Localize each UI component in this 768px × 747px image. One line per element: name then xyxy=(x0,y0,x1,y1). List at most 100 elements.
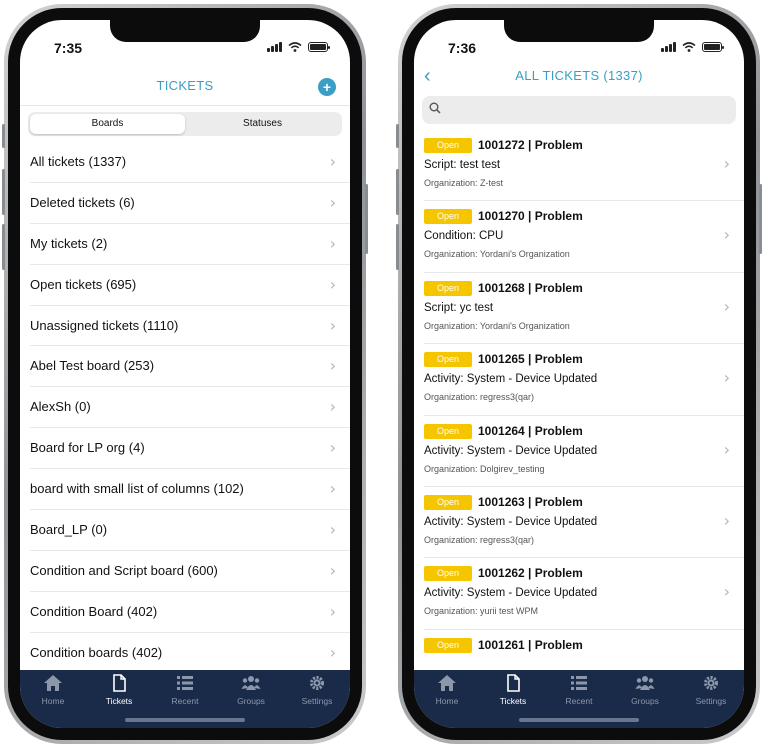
ticket-subject: Condition: CPU xyxy=(424,230,504,243)
signal-icon xyxy=(661,42,676,52)
status-time: 7:36 xyxy=(448,40,477,56)
tab-recent[interactable]: Recent xyxy=(152,674,218,706)
board-label: Board for LP org (4) xyxy=(30,440,145,456)
status-badge: Open xyxy=(424,637,472,653)
groups-icon xyxy=(241,676,261,690)
segment-statuses[interactable]: Statuses xyxy=(185,114,340,134)
board-row[interactable]: board with small list of columns (102) › xyxy=(30,469,350,511)
ticket-id: 1001261 | Problem xyxy=(478,637,583,652)
board-label: Unassigned tickets (1110) xyxy=(30,317,179,333)
tab-label: Recent xyxy=(565,696,593,706)
ticket-row[interactable]: Open 1001263 | Problem Activity: System … xyxy=(424,487,744,559)
chevron-right-icon: › xyxy=(329,438,336,458)
home-indicator xyxy=(125,718,245,722)
ticket-id: 1001263 | Problem xyxy=(478,494,583,509)
status-time: 7:35 xyxy=(54,40,83,56)
tab-tickets[interactable]: Tickets xyxy=(480,674,546,706)
ticket-row[interactable]: Open 1001272 | Problem Script: test test… xyxy=(424,130,744,202)
ticket-subject: Script: yc test xyxy=(424,301,494,314)
board-row[interactable]: AlexSh (0) › xyxy=(30,387,350,429)
board-row[interactable]: Condition and Script board (600) › xyxy=(30,551,350,592)
status-icons xyxy=(267,42,330,52)
board-row[interactable]: Condition Board (402) › xyxy=(30,592,350,633)
tab-label: Settings xyxy=(301,696,333,706)
ticket-id: 1001265 | Problem xyxy=(478,352,583,367)
board-row[interactable]: Deleted tickets (6) › xyxy=(30,183,350,224)
ticket-organization: Organization: Dolgirev_testing xyxy=(424,463,545,474)
chevron-right-icon: › xyxy=(329,274,336,294)
tab-groups[interactable]: Groups xyxy=(218,674,284,706)
board-label: board with small list of columns (102) xyxy=(30,481,244,497)
tab-label: Recent xyxy=(171,696,199,706)
board-row[interactable]: Abel Test board (253) › xyxy=(30,346,350,388)
segment-boards[interactable]: Boards xyxy=(30,114,185,134)
chevron-right-icon: › xyxy=(329,315,336,335)
tab-home[interactable]: Home xyxy=(20,674,86,706)
ticket-row[interactable]: Open 1001262 | Problem Activity: System … xyxy=(424,558,744,630)
status-badge: Open xyxy=(424,209,472,225)
board-row[interactable]: My tickets (2) › xyxy=(30,224,350,265)
board-label: Open tickets (695) xyxy=(30,276,137,292)
board-list: All tickets (1337) › Deleted tickets (6) ›… xyxy=(20,142,350,674)
board-row[interactable]: Condition boards (402) › xyxy=(30,633,350,674)
wifi-icon xyxy=(682,42,696,52)
tickets-icon xyxy=(507,674,520,692)
board-label: Abel Test board (253) xyxy=(30,358,155,374)
ticket-organization: Organization: regress3(qar) xyxy=(424,534,535,545)
status-badge: Open xyxy=(424,494,472,510)
chevron-right-icon: › xyxy=(329,642,336,662)
ticket-row[interactable]: Open 1001270 | Problem Condition: CPU Or… xyxy=(424,201,744,273)
ticket-subject: Script: test test xyxy=(424,159,501,171)
home-icon xyxy=(438,675,456,691)
search-bar[interactable] xyxy=(422,96,736,124)
tab-groups[interactable]: Groups xyxy=(612,674,678,706)
home-icon xyxy=(44,675,62,691)
chevron-right-icon: › xyxy=(723,510,730,530)
notch xyxy=(504,20,654,42)
tab-tickets[interactable]: Tickets xyxy=(86,674,152,706)
chevron-right-icon: › xyxy=(723,439,730,459)
ticket-id: 1001268 | Problem xyxy=(478,280,583,295)
chevron-right-icon: › xyxy=(329,601,336,621)
tab-bar: Home Tickets Recent Groups Settings xyxy=(20,670,350,728)
ticket-id: 1001262 | Problem xyxy=(478,566,583,581)
search-input[interactable] xyxy=(446,102,728,114)
chevron-right-icon: › xyxy=(329,560,336,580)
ticket-subject: Activity: System - Device Updated xyxy=(424,444,598,457)
ticket-subject: Activity: System - Device Updated xyxy=(424,373,598,386)
status-badge: Open xyxy=(424,280,472,296)
tickets-icon xyxy=(113,674,126,692)
chevron-right-icon: › xyxy=(329,479,336,499)
tab-settings[interactable]: Settings xyxy=(284,674,350,706)
tab-settings[interactable]: Settings xyxy=(678,674,744,706)
board-row[interactable]: Board for LP org (4) › xyxy=(30,428,350,470)
ticket-row[interactable]: Open 1001265 | Problem Activity: System … xyxy=(424,344,744,416)
ticket-organization: Organization: Yordani's Organization xyxy=(424,249,570,260)
wifi-icon xyxy=(288,42,302,52)
page-title: ALL TICKETS (1337) xyxy=(515,68,643,83)
add-ticket-button[interactable]: + xyxy=(318,78,336,96)
ticket-row[interactable]: Open 1001264 | Problem Activity: System … xyxy=(424,416,744,487)
chevron-right-icon: › xyxy=(329,356,336,376)
nav-bar: TICKETS + xyxy=(20,66,350,106)
tab-home[interactable]: Home xyxy=(414,674,480,706)
signal-icon xyxy=(267,42,282,52)
ticket-subject: Activity: System - Device Updated xyxy=(424,587,598,600)
screen: 7:36 ‹ ALL TICKETS (1337) Open 1001272 |… xyxy=(414,20,744,728)
chevron-right-icon: › xyxy=(329,192,336,212)
notch xyxy=(110,20,260,42)
ticket-row[interactable]: Open 1001268 | Problem Script: yc test O… xyxy=(424,273,744,345)
chevron-right-icon: › xyxy=(329,397,336,417)
board-row[interactable]: All tickets (1337) › xyxy=(30,142,350,183)
battery-icon xyxy=(308,42,330,52)
board-row[interactable]: Unassigned tickets (1110) › xyxy=(30,306,350,347)
board-label: Condition and Script board (600) xyxy=(30,562,218,578)
tab-bar: Home Tickets Recent Groups Settings xyxy=(414,670,744,728)
phone-tickets: 7:36 ‹ ALL TICKETS (1337) Open 1001272 |… xyxy=(396,4,762,744)
volume-down-button xyxy=(2,224,5,270)
ticket-list: Open 1001272 | Problem Script: test test… xyxy=(414,130,744,702)
ticket-id: 1001264 | Problem xyxy=(478,423,583,438)
tab-recent[interactable]: Recent xyxy=(546,674,612,706)
board-row[interactable]: Board_LP (0) › xyxy=(30,510,350,551)
board-row[interactable]: Open tickets (695) › xyxy=(30,265,350,306)
